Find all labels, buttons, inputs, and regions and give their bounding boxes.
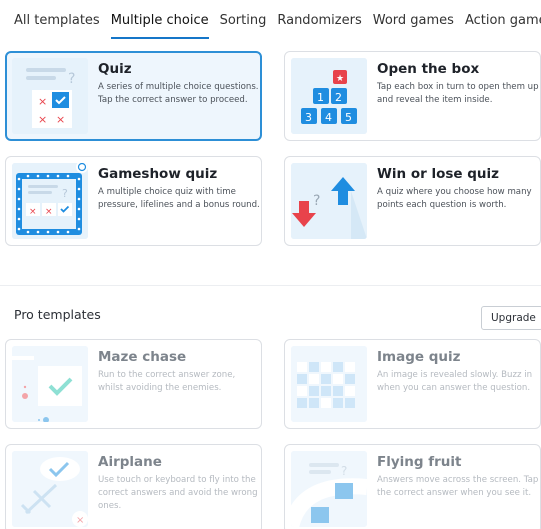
template-card-quiz[interactable]: ? × × × Quiz A series of multiple choice… — [5, 51, 262, 141]
svg-text:?: ? — [341, 464, 347, 478]
svg-text:?: ? — [68, 71, 75, 87]
box-number-2: 2 — [335, 91, 342, 104]
template-card-win-or-lose-quiz[interactable]: ? Win or lose quiz A quiz where you choo… — [284, 156, 541, 246]
pro-templates-heading: Pro templates — [14, 307, 101, 322]
quiz-thumbnail-icon: ? × × × — [12, 58, 88, 134]
template-card-flying-fruit[interactable]: ? Flying fruit Answers move across the s… — [284, 444, 541, 529]
svg-text:?: ? — [62, 187, 68, 200]
template-title: Airplane — [98, 454, 162, 470]
upgrade-button[interactable]: Upgrade — [481, 306, 541, 330]
template-description: A quiz where you choose how many points … — [377, 187, 532, 210]
tab-all-templates[interactable]: All templates — [14, 13, 100, 39]
airplane-thumbnail-icon: × — [12, 451, 88, 527]
template-title: Win or lose quiz — [377, 166, 500, 182]
template-title: Maze chase — [98, 349, 187, 365]
template-title: Flying fruit — [377, 454, 462, 470]
box-number-4: 4 — [325, 111, 332, 124]
template-title: Open the box — [377, 61, 480, 77]
template-description: A series of multiple choice questions. T… — [98, 82, 259, 105]
tab-action-games[interactable]: Action games — [465, 13, 541, 39]
tab-sorting[interactable]: Sorting — [220, 13, 267, 39]
svg-text:×: × — [56, 113, 65, 126]
tab-multiple-choice[interactable]: Multiple choice — [110, 13, 209, 39]
template-description: Run to the correct answer zone, whilst a… — [98, 370, 236, 393]
box-number-1: 1 — [317, 91, 324, 104]
svg-text:★: ★ — [336, 74, 344, 84]
svg-text:×: × — [45, 207, 53, 217]
template-description: Tap each box in turn to open them up and… — [377, 82, 539, 105]
flying-fruit-thumbnail-icon: ? — [291, 451, 367, 527]
template-card-gameshow-quiz[interactable]: ? × × Gameshow quiz A multiple choice qu… — [5, 156, 262, 246]
tab-randomizers[interactable]: Randomizers — [277, 13, 361, 39]
gameshow-quiz-thumbnail-icon: ? × × — [12, 163, 88, 239]
template-description: Answers move across the screen. Tap the … — [377, 475, 539, 498]
box-number-3: 3 — [305, 111, 312, 124]
win-or-lose-quiz-thumbnail-icon: ? — [291, 163, 367, 239]
section-divider — [0, 285, 541, 286]
svg-text:×: × — [38, 95, 47, 108]
template-description: Use touch or keyboard to fly into the co… — [98, 475, 258, 511]
template-card-image-quiz[interactable]: Image quiz An image is revealed slowly. … — [284, 339, 541, 429]
template-card-maze-chase[interactable]: Maze chase Run to the correct answer zon… — [5, 339, 262, 429]
template-category-tabs: All templates Multiple choice Sorting Ra… — [14, 13, 541, 39]
svg-text:?: ? — [313, 193, 320, 209]
svg-text:×: × — [29, 207, 37, 217]
template-title: Image quiz — [377, 349, 461, 365]
template-description: A multiple choice quiz with time pressur… — [98, 187, 260, 210]
template-title: Gameshow quiz — [98, 166, 218, 182]
template-description: An image is revealed slowly. Buzz in whe… — [377, 370, 533, 393]
image-quiz-thumbnail-icon — [291, 346, 367, 422]
open-the-box-thumbnail-icon: ★ 1 2 3 4 5 — [291, 58, 367, 134]
box-number-5: 5 — [345, 111, 352, 124]
template-card-airplane[interactable]: × Airplane Use touch or keyboard to fly … — [5, 444, 262, 529]
svg-text:×: × — [76, 515, 84, 526]
maze-chase-thumbnail-icon — [12, 346, 88, 422]
template-card-open-the-box[interactable]: ★ 1 2 3 4 5 Open the box Tap each box in… — [284, 51, 541, 141]
tab-word-games[interactable]: Word games — [373, 13, 454, 39]
template-title: Quiz — [98, 61, 132, 77]
svg-text:×: × — [38, 113, 47, 126]
